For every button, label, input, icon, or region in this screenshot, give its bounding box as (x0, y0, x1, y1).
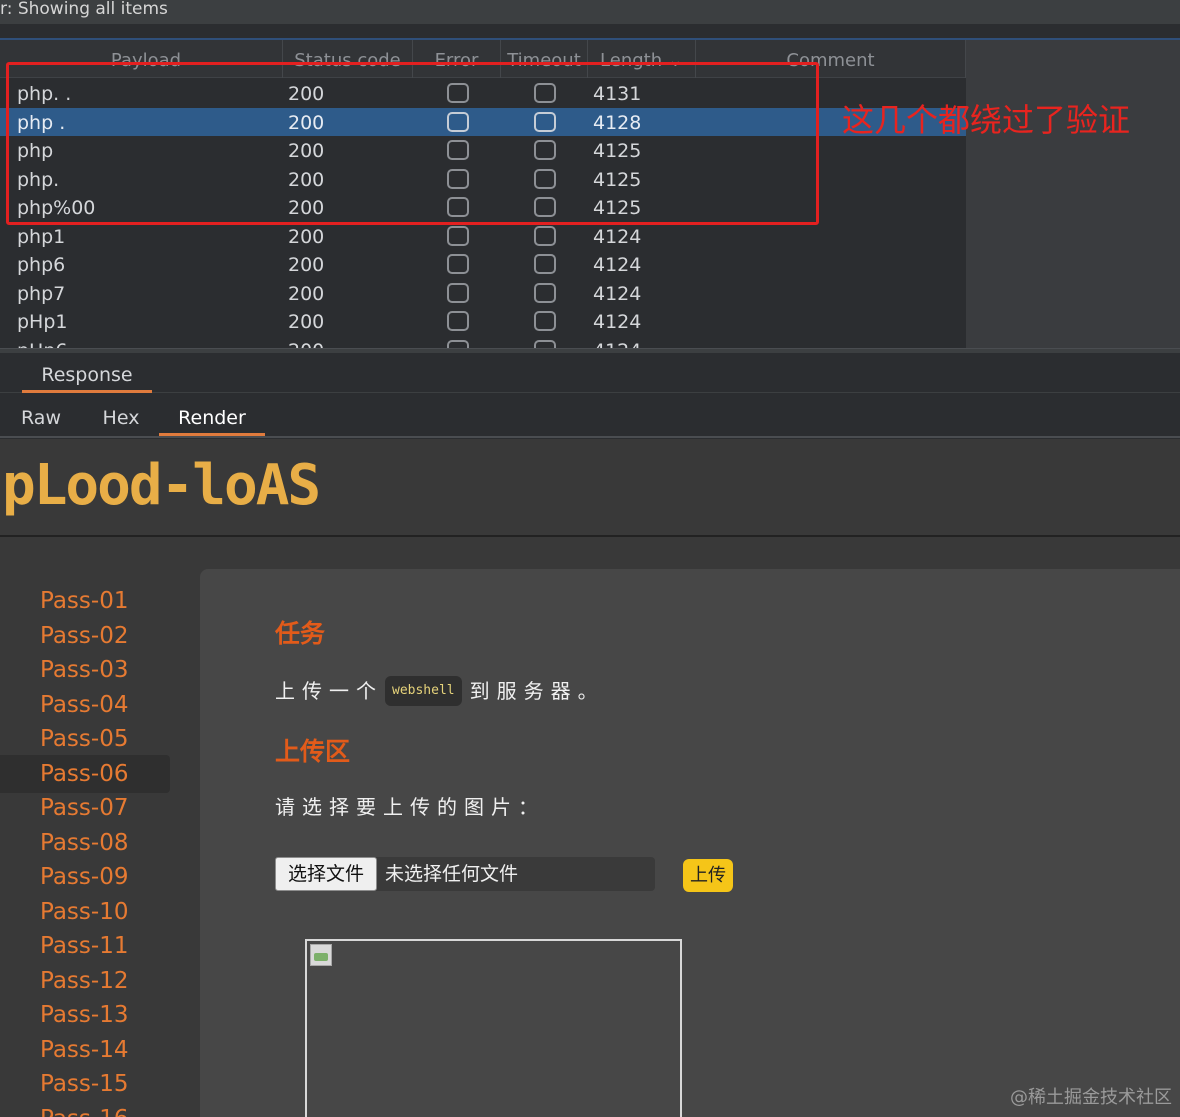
cell-payload: php1 (17, 225, 66, 248)
nav-item-pass-11[interactable]: Pass-11 (0, 927, 170, 965)
nav-item-pass-06[interactable]: Pass-06 (0, 754, 170, 793)
site-header: pLood-loAS (0, 439, 1180, 537)
nav-item-pass-10[interactable]: Pass-10 (0, 893, 170, 931)
timeout-checkbox[interactable] (534, 311, 556, 331)
nav-item-pass-03[interactable]: Pass-03 (0, 651, 170, 689)
webshell-code: webshell (385, 676, 462, 706)
task-description: 上传一个 webshell 到服务器。 (275, 674, 605, 708)
cell-payload: php6 (17, 254, 66, 276)
cell-length: 4124 (593, 311, 642, 333)
rendered-page: pLood-loAS Pass-01 Pass-02 Pass-03 Pass-04 P… (0, 439, 1180, 1117)
broken-image-icon (310, 944, 332, 966)
timeout-checkbox[interactable] (534, 339, 556, 348)
tab-raw[interactable]: Raw (10, 394, 72, 436)
nav-item-pass-04[interactable]: Pass-04 (0, 686, 170, 724)
cell-status: 200 (288, 311, 325, 333)
nav-item-pass-09[interactable]: Pass-09 (0, 858, 170, 896)
upload-button[interactable]: 上传 (683, 859, 733, 892)
cell-length: 4124 (593, 254, 642, 276)
timeout-checkbox[interactable] (534, 282, 556, 303)
table-filler (966, 40, 1180, 348)
table-row[interactable]: pHp1 200 4124 (0, 307, 966, 336)
cell-length: 4124 (593, 225, 642, 248)
nav-item-pass-05[interactable]: Pass-05 (0, 720, 170, 758)
error-checkbox[interactable] (447, 339, 469, 348)
filter-bar[interactable]: r: Showing all items (0, 0, 1180, 24)
nav-item-pass-16[interactable]: Pass-16 (0, 1100, 170, 1117)
upload-heading: 上传区 (275, 737, 351, 766)
cell-payload: pHp6 (17, 336, 68, 349)
table-row[interactable]: php1 200 4124 (0, 222, 966, 251)
nav-item-pass-15[interactable]: Pass-15 (0, 1065, 170, 1103)
nav-item-pass-01[interactable]: Pass-01 (0, 582, 170, 620)
response-tabbar: Response (0, 353, 1180, 393)
cell-status: 200 (288, 225, 325, 248)
burp-intruder-window: r: Showing all items Payload Status code… (0, 0, 1180, 1117)
nav-item-pass-07[interactable]: Pass-07 (0, 789, 170, 827)
nav-item-pass-02[interactable]: Pass-02 (0, 617, 170, 655)
error-checkbox[interactable] (447, 282, 469, 303)
cell-length: 4124 (593, 336, 641, 349)
tab-hex[interactable]: Hex (90, 394, 152, 436)
nav-item-pass-08[interactable]: Pass-08 (0, 824, 170, 862)
error-checkbox[interactable] (447, 254, 469, 274)
watermark: @稀土掘金技术社区 (1010, 1087, 1172, 1108)
task-heading: 任务 (275, 619, 326, 648)
cell-length: 4124 (593, 282, 642, 305)
choose-file-button[interactable]: 选择文件 (275, 857, 377, 891)
cell-payload: pHp1 (17, 311, 68, 333)
table-row[interactable]: php6 200 4124 (0, 250, 966, 279)
cell-payload: php7 (17, 282, 66, 305)
nav-item-pass-12[interactable]: Pass-12 (0, 962, 170, 1000)
site-logo: pLood-loAS (2, 453, 321, 518)
task-suffix: 到服务器。 (469, 679, 605, 703)
no-file-text: 未选择任何文件 (385, 863, 519, 885)
tab-render[interactable]: Render (159, 394, 265, 436)
timeout-checkbox[interactable] (534, 225, 556, 246)
file-input[interactable]: 选择文件 未选择任何文件 (275, 857, 655, 891)
annotation-highlight-box (6, 62, 819, 225)
nav-item-pass-13[interactable]: Pass-13 (0, 996, 170, 1034)
nav-item-pass-14[interactable]: Pass-14 (0, 1031, 170, 1069)
preview-image-frame (305, 939, 682, 1117)
annotation-text: 这几个都绕过了验证 (842, 101, 1131, 139)
pass-nav: Pass-01 Pass-02 Pass-03 Pass-04 Pass-05 Pass-… (0, 574, 200, 1117)
cell-status: 200 (288, 282, 325, 305)
task-prefix: 上传一个 (275, 679, 383, 703)
pick-image-label: 请选择要上传的图片： (275, 795, 545, 819)
cell-status: 200 (288, 254, 325, 276)
view-tabbar: Raw Hex Render (0, 394, 1180, 438)
error-checkbox[interactable] (447, 225, 469, 246)
filter-text: r: Showing all items (0, 0, 168, 19)
error-checkbox[interactable] (447, 311, 469, 331)
content-panel: 任务 上传一个 webshell 到服务器。 上传区 请选择要上传的图片： 选择… (200, 569, 1180, 1117)
table-row[interactable]: php7 200 4124 (0, 279, 966, 308)
table-row[interactable]: pHp6 200 4124 (0, 336, 966, 349)
timeout-checkbox[interactable] (534, 254, 556, 274)
cell-status: 200 (288, 336, 324, 349)
tab-response[interactable]: Response (22, 353, 152, 393)
